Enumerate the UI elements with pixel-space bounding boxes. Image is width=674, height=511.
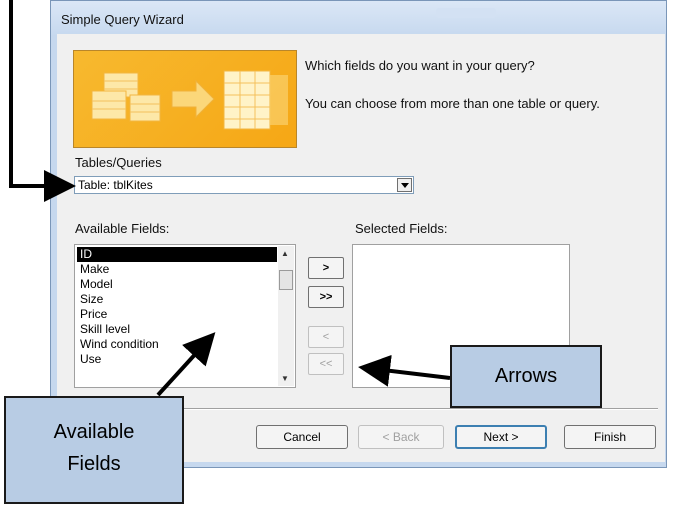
tables-queries-pointer [9,0,76,202]
arrows-callout: Arrows [450,345,602,408]
arrows-pointer [358,354,451,387]
available-fields-pointer [156,332,216,397]
callout-line-1: Available [53,421,135,443]
arrows-callout-text: Arrows [494,365,558,387]
callout-line-2: Fields [67,453,121,475]
available-fields-callout: Available Fields [4,396,184,504]
